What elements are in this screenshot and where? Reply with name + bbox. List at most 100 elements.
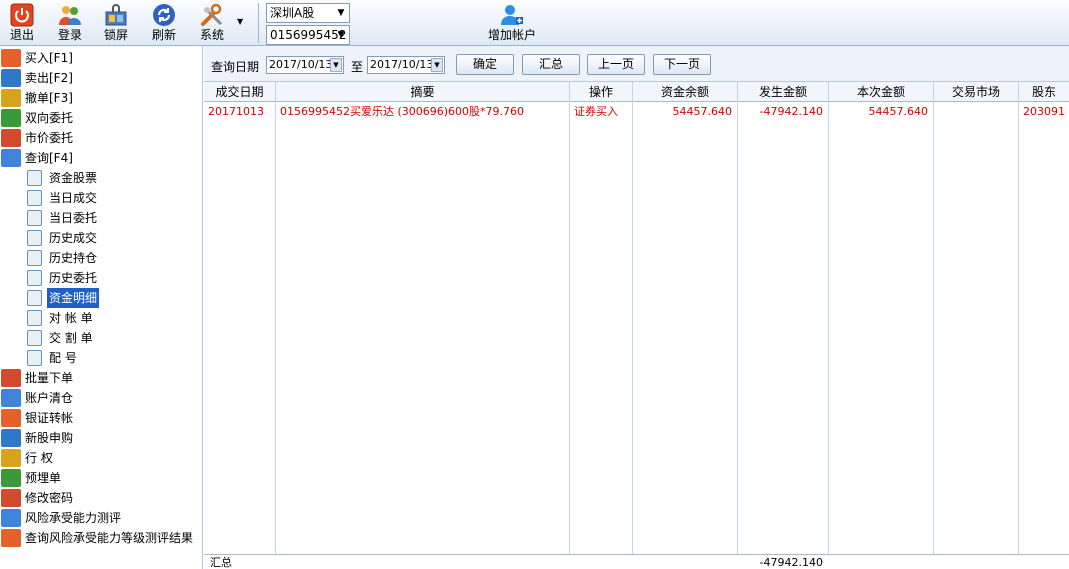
sidebar-item-label: 查询[F4] xyxy=(25,151,73,165)
bank-transfer-icon xyxy=(1,409,21,427)
chevron-down-icon[interactable]: ▼ xyxy=(330,58,342,72)
sidebar-item[interactable]: 买入[F1] xyxy=(0,48,200,68)
market-value: 深圳A股 xyxy=(270,6,315,20)
system-button[interactable]: 系统 xyxy=(190,0,234,46)
sidebar-item-label: 市价委托 xyxy=(25,131,74,145)
sidebar-item[interactable]: 资金明细 xyxy=(0,288,200,308)
sidebar-item[interactable]: 卖出[F2] xyxy=(0,68,200,88)
refresh-label: 刷新 xyxy=(151,28,176,42)
login-button[interactable]: 登录 xyxy=(48,0,92,46)
toolbar: 退出 登录 锁屏 刷新 系统 ▼ 深圳A股 ▼ 0156995452 ▼ 增加帐… xyxy=(0,0,1069,46)
sidebar-item[interactable]: 对 帐 单 xyxy=(0,308,200,328)
table-cell[interactable]: 20171013 xyxy=(208,103,270,121)
cancel-order-icon xyxy=(1,89,21,107)
next-page-button[interactable]: 下一页 xyxy=(653,54,711,75)
sidebar-item-label: 历史委托 xyxy=(49,271,98,285)
sidebar-item-label: 预埋单 xyxy=(25,471,62,485)
sidebar-item-label: 批量下单 xyxy=(25,371,74,385)
sidebar-item[interactable]: 查询[F4] xyxy=(0,148,200,168)
table-cell[interactable]: -47942.140 xyxy=(742,103,823,121)
sidebar-item[interactable]: 预埋单 xyxy=(0,468,200,488)
sidebar-item[interactable]: 资金股票 xyxy=(0,168,200,188)
sidebar-item[interactable]: 双向委托 xyxy=(0,108,200,128)
date-to-picker[interactable]: 2017/10/13 ▼ xyxy=(367,56,445,74)
document-icon xyxy=(27,310,42,326)
sidebar-item-label: 撤单[F3] xyxy=(25,91,73,105)
document-icon xyxy=(27,230,42,246)
clear-position-icon xyxy=(1,389,21,407)
column-header[interactable]: 摘要 xyxy=(276,82,569,102)
sidebar-item[interactable]: 银证转帐 xyxy=(0,408,200,428)
sidebar-item[interactable]: 风险承受能力测评 xyxy=(0,508,200,528)
sidebar-item[interactable]: 市价委托 xyxy=(0,128,200,148)
sidebar-item[interactable]: 行 权 xyxy=(0,448,200,468)
sidebar-item[interactable]: 撤单[F3] xyxy=(0,88,200,108)
sidebar: 买入[F1] 卖出[F2] 撤单[F3] 双向委托市价委托查询[F4] 资金股票 当日成交… xyxy=(0,46,203,569)
sidebar-item[interactable]: 历史持仓 xyxy=(0,248,200,268)
power-icon xyxy=(10,3,34,27)
market-select[interactable]: 深圳A股 ▼ xyxy=(266,3,350,23)
table-cell[interactable]: 0156995452买爱乐达 (300696)600股*79.760 xyxy=(280,103,564,121)
sidebar-item[interactable]: 修改密码 xyxy=(0,488,200,508)
exit-button[interactable]: 退出 xyxy=(0,0,44,46)
confirm-button[interactable]: 确定 xyxy=(456,54,514,75)
document-icon xyxy=(27,250,42,266)
account-select[interactable]: 0156995452 ▼ xyxy=(266,25,350,45)
table-cell[interactable]: 54457.640 xyxy=(637,103,733,121)
column-header[interactable]: 本次金额 xyxy=(829,82,933,102)
sidebar-item-label: 历史成交 xyxy=(49,231,98,245)
document-icon xyxy=(27,350,42,366)
col-summary: 摘要 xyxy=(276,82,570,569)
col-this-amount: 本次金额 xyxy=(829,82,934,569)
column-header[interactable]: 交易市场 xyxy=(934,82,1018,102)
refresh-button[interactable]: 刷新 xyxy=(142,0,186,46)
add-account-button[interactable]: 增加帐户 xyxy=(484,0,540,46)
sidebar-item-label: 修改密码 xyxy=(25,491,74,505)
table-cell[interactable]: 54457.640 xyxy=(833,103,929,121)
date-to-value: 2017/10/13 xyxy=(370,58,434,71)
column-header[interactable]: 操作 xyxy=(570,82,632,102)
refresh-icon xyxy=(153,4,175,26)
sidebar-item[interactable]: 历史委托 xyxy=(0,268,200,288)
column-header[interactable]: 发生金额 xyxy=(738,82,828,102)
system-dropdown-arrow[interactable]: ▼ xyxy=(237,17,243,26)
summary-button[interactable]: 汇总 xyxy=(522,54,580,75)
query-icon xyxy=(1,149,21,167)
column-header[interactable]: 股东 xyxy=(1019,82,1069,102)
table-cell[interactable]: 证券买入 xyxy=(574,103,627,121)
column-header[interactable]: 资金余额 xyxy=(633,82,737,102)
prev-page-button[interactable]: 上一页 xyxy=(587,54,645,75)
buy-icon xyxy=(1,49,21,67)
document-icon xyxy=(27,290,42,306)
sidebar-item-label: 新股申购 xyxy=(25,431,74,445)
col-trade-date: 成交日期 xyxy=(204,82,276,569)
chevron-down-icon: ▼ xyxy=(337,30,345,40)
sidebar-item[interactable]: 当日委托 xyxy=(0,208,200,228)
date-from-picker[interactable]: 2017/10/13 ▼ xyxy=(266,56,344,74)
document-icon xyxy=(27,270,42,286)
sidebar-item-label: 卖出[F2] xyxy=(25,71,73,85)
sidebar-item[interactable]: 配 号 xyxy=(0,348,200,368)
sidebar-item[interactable]: 查询风险承受能力等级测评结果 xyxy=(0,528,200,548)
sidebar-item[interactable]: 新股申购 xyxy=(0,428,200,448)
sidebar-item[interactable]: 账户清仓 xyxy=(0,388,200,408)
sidebar-item[interactable]: 交 割 单 xyxy=(0,328,200,348)
sidebar-item[interactable]: 批量下单 xyxy=(0,368,200,388)
sidebar-item-label: 历史持仓 xyxy=(49,251,98,265)
fund-detail-table[interactable]: 成交日期 摘要 操作 资金余额 发生金额 本次金额 交易市场 股东 20171013 015699… xyxy=(204,82,1069,569)
lock-screen-button[interactable]: 锁屏 xyxy=(94,0,138,46)
date-to-label: 至 xyxy=(351,60,364,74)
sell-icon xyxy=(1,69,21,87)
sidebar-item[interactable]: 当日成交 xyxy=(0,188,200,208)
users-icon xyxy=(59,6,81,25)
query-date-label: 查询日期 xyxy=(211,60,260,74)
chevron-down-icon[interactable]: ▼ xyxy=(431,58,443,72)
sidebar-item-label: 配 号 xyxy=(49,351,77,365)
table-cell[interactable]: 20309100 xyxy=(1023,103,1064,121)
login-label: 登录 xyxy=(57,28,82,42)
lock-screen-label: 锁屏 xyxy=(103,28,128,42)
sidebar-item[interactable]: 历史成交 xyxy=(0,228,200,248)
column-header[interactable]: 成交日期 xyxy=(204,82,275,102)
sidebar-item-label: 风险承受能力测评 xyxy=(25,511,122,525)
table-cell[interactable] xyxy=(938,103,1013,121)
